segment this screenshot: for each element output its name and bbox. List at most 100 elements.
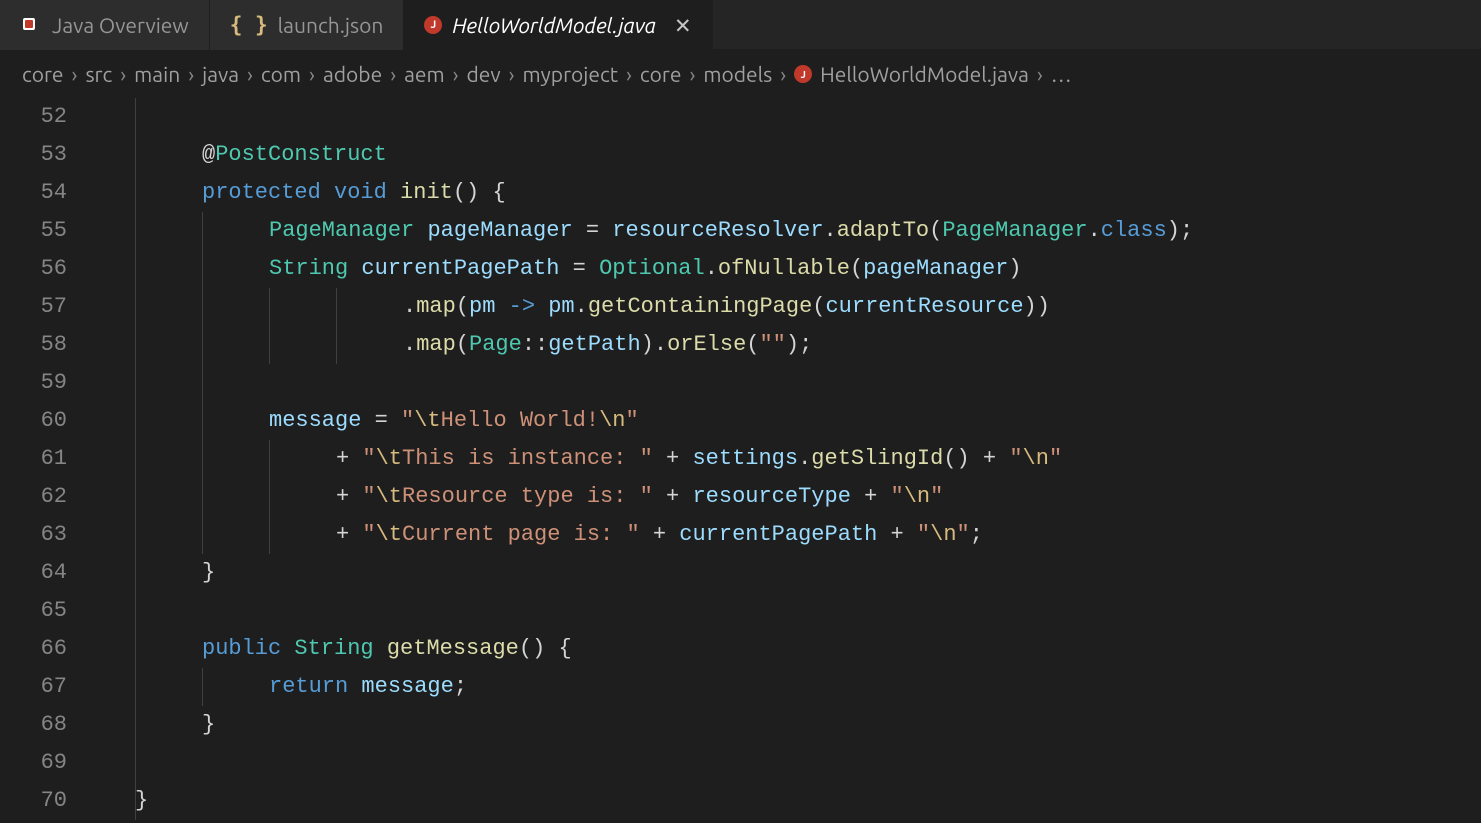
line-number[interactable]: 63 [0,516,67,554]
code-line[interactable]: } [95,554,1193,592]
line-number[interactable]: 62 [0,478,67,516]
close-icon[interactable]: ✕ [674,13,692,38]
line-number[interactable]: 57 [0,288,67,326]
line-number[interactable]: 53 [0,136,67,174]
indent-guide [135,706,136,744]
code-line[interactable]: } [95,782,1193,820]
indent-guide [269,326,270,364]
chevron-right-icon: › [453,62,459,86]
code-line[interactable] [95,744,1193,782]
breadcrumb-segment[interactable]: dev [467,62,501,86]
indent-guide [202,668,203,706]
tab-helloworldmodel-java[interactable]: J HelloWorldModel.java ✕ [404,0,712,50]
line-number[interactable]: 55 [0,212,67,250]
indent-guide [269,288,270,326]
breadcrumb-more[interactable]: … [1051,62,1072,86]
code-line[interactable]: .map(pm -> pm.getContainingPage(currentR… [95,288,1193,326]
indent-guide [202,478,203,516]
java-file-icon: J [424,16,442,34]
indent-guide [135,212,136,250]
code-line[interactable]: .map(Page::getPath).orElse(""); [95,326,1193,364]
indent-guide [336,288,337,326]
code-line[interactable] [95,98,1193,136]
breadcrumb-segment[interactable]: src [85,62,112,86]
indent-guide [135,250,136,288]
line-number[interactable]: 52 [0,98,67,136]
indent-guide [135,668,136,706]
chevron-right-icon: › [390,62,396,86]
line-number[interactable]: 61 [0,440,67,478]
line-number[interactable]: 59 [0,364,67,402]
chevron-right-icon: › [1037,62,1043,86]
breadcrumb-segment[interactable]: java [202,62,239,86]
line-number[interactable]: 69 [0,744,67,782]
code-line[interactable]: protected void init() { [95,174,1193,212]
indent-guide [269,440,270,478]
breadcrumb: core› src› main› java› com› adobe› aem› … [0,50,1481,98]
line-number[interactable]: 65 [0,592,67,630]
line-number[interactable]: 60 [0,402,67,440]
indent-guide [135,744,136,782]
tab-label: HelloWorldModel.java [452,13,656,37]
indent-guide [135,136,136,174]
indent-guide [202,364,203,402]
indent-guide [269,516,270,554]
indent-guide [135,364,136,402]
indent-guide [202,250,203,288]
chevron-right-icon: › [247,62,253,86]
tab-label: launch.json [278,13,384,37]
code-editor[interactable]: 52535455565758596061626364656667686970 @… [0,98,1481,820]
code-content[interactable]: @PostConstructprotected void init() {Pag… [95,98,1193,820]
breadcrumb-segment[interactable]: core [22,62,64,86]
line-number[interactable]: 66 [0,630,67,668]
code-line[interactable]: } [95,706,1193,744]
line-number[interactable]: 54 [0,174,67,212]
code-line[interactable]: String currentPagePath = Optional.ofNull… [95,250,1193,288]
indent-guide [135,592,136,630]
code-line[interactable]: public String getMessage() { [95,630,1193,668]
breadcrumb-file[interactable]: HelloWorldModel.java [820,62,1029,86]
tab-launch-json[interactable]: { } launch.json [210,0,405,50]
code-line[interactable]: return message; [95,668,1193,706]
code-line[interactable]: + "\tCurrent page is: " + currentPagePat… [95,516,1193,554]
breadcrumb-segment[interactable]: models [703,62,772,86]
line-number[interactable]: 58 [0,326,67,364]
indent-guide [135,782,136,820]
line-number[interactable]: 68 [0,706,67,744]
indent-guide [135,402,136,440]
line-number[interactable]: 56 [0,250,67,288]
indent-guide [336,326,337,364]
breadcrumb-segment[interactable]: core [640,62,682,86]
indent-guide [135,440,136,478]
code-line[interactable] [95,364,1193,402]
indent-guide [135,554,136,592]
line-number[interactable]: 67 [0,668,67,706]
breadcrumb-segment[interactable]: adobe [323,62,382,86]
indent-guide [135,516,136,554]
chevron-right-icon: › [780,62,786,86]
breadcrumb-segment[interactable]: myproject [523,62,618,86]
indent-guide [202,326,203,364]
code-line[interactable]: @PostConstruct [95,136,1193,174]
breadcrumb-segment[interactable]: main [134,62,180,86]
code-line[interactable]: + "\tThis is instance: " + settings.getS… [95,440,1193,478]
line-number[interactable]: 64 [0,554,67,592]
tab-java-overview[interactable]: Java Overview [0,0,210,50]
code-line[interactable]: PageManager pageManager = resourceResolv… [95,212,1193,250]
indent-guide [202,402,203,440]
json-icon: { } [230,13,268,37]
tab-bar: Java Overview { } launch.json J HelloWor… [0,0,1481,50]
code-line[interactable]: + "\tResource type is: " + resourceType … [95,478,1193,516]
chevron-right-icon: › [120,62,126,86]
breadcrumb-segment[interactable]: com [261,62,301,86]
indent-guide [135,174,136,212]
code-line[interactable]: message = "\tHello World!\n" [95,402,1193,440]
code-line[interactable] [95,592,1193,630]
breadcrumb-segment[interactable]: aem [404,62,445,86]
indent-guide [135,98,136,136]
indent-guide [135,326,136,364]
indent-guide [202,212,203,250]
chevron-right-icon: › [309,62,315,86]
line-number[interactable]: 70 [0,782,67,820]
line-gutter[interactable]: 52535455565758596061626364656667686970 [0,98,95,820]
